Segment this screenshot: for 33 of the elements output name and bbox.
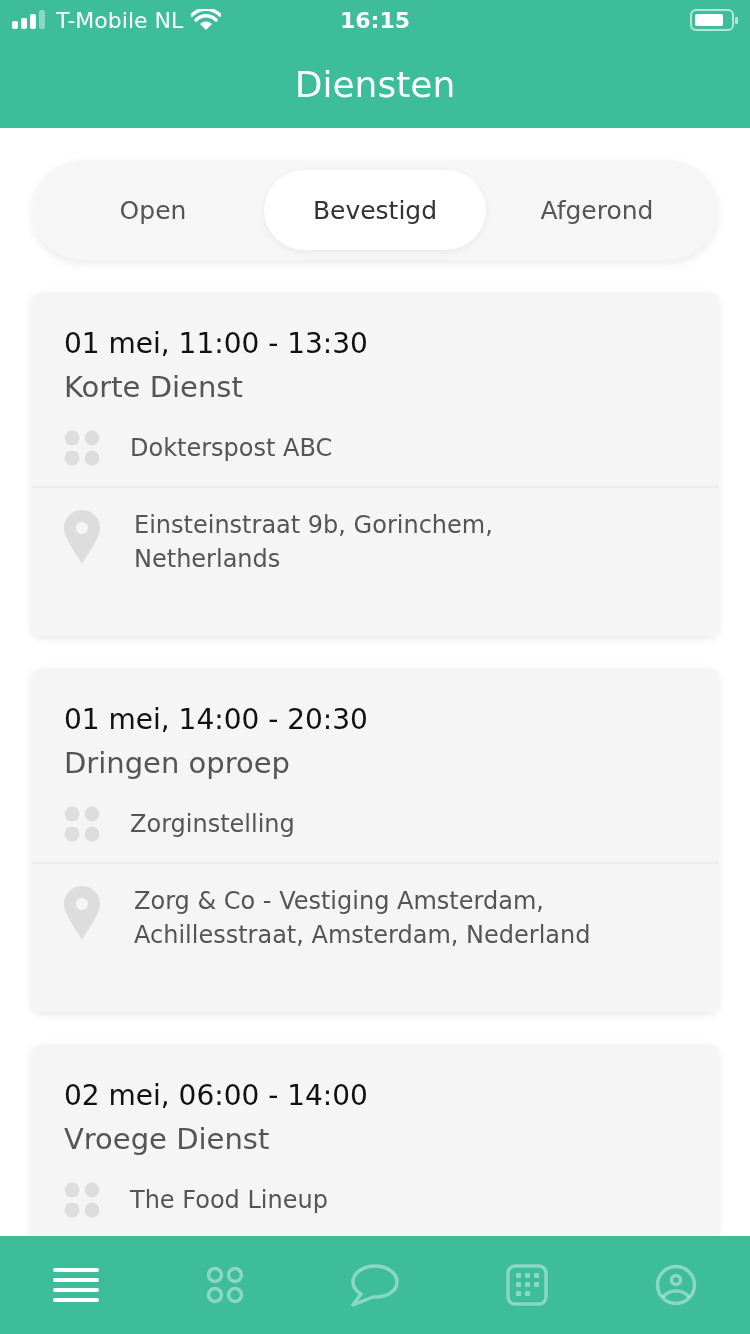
- shift-time: 01 mei, 14:00 - 20:30: [64, 703, 369, 736]
- organisation-name: Dokterspost ABC: [130, 433, 333, 464]
- organisation-name: The Food Lineup: [130, 1185, 328, 1216]
- carrier-name: T-Mobile NL: [56, 7, 184, 33]
- battery-icon: [690, 8, 738, 32]
- shift-title: Korte Dienst: [64, 370, 244, 404]
- signal-icon: [12, 10, 48, 30]
- chat-icon[interactable]: [351, 1263, 399, 1307]
- profile-icon[interactable]: [654, 1264, 697, 1306]
- page-title: Diensten: [294, 63, 456, 105]
- dots-icon: [64, 806, 100, 842]
- shift-time: 02 mei, 06:00 - 14:00: [64, 1079, 369, 1112]
- shift-title: Vroege Dienst: [64, 1122, 271, 1156]
- location-pin-icon: [64, 886, 100, 940]
- shift-time: 01 mei, 11:00 - 13:30: [64, 327, 369, 360]
- shift-card[interactable]: 01 mei, 11:00 - 13:30 Korte Dienst Dokterspost ABC Einsteinstraat 9b, Gorinchem, Netherlands: [32, 293, 718, 636]
- segment-tab[interactable]: Open: [42, 170, 264, 250]
- keypad-icon[interactable]: [505, 1264, 548, 1306]
- dots-icon: [64, 1182, 100, 1218]
- shift-title: Dringen oproep: [64, 746, 291, 780]
- segment-tab[interactable]: Bevestigd: [264, 170, 486, 250]
- organisation-name: Zorginstelling: [130, 809, 295, 840]
- address-text: Einsteinstraat 9b, Gorinchem, Netherlands: [134, 510, 494, 575]
- wifi-icon: [191, 9, 222, 31]
- location-pin-icon: [64, 510, 100, 564]
- clock-time: 16:15: [340, 7, 410, 33]
- address-text: Zorg & Co - Vestiging Amsterdam, Achillesstraat, Amsterdam, Nederland: [134, 886, 592, 951]
- grid-icon[interactable]: [206, 1266, 245, 1304]
- shift-card[interactable]: 02 mei, 06:00 - 14:00 Vroege Dienst The Food Lineup: [32, 1045, 718, 1236]
- dots-icon: [64, 430, 100, 466]
- menu-icon[interactable]: [53, 1267, 100, 1303]
- shift-card[interactable]: 01 mei, 14:00 - 20:30 Dringen oproep Zorginstelling Zorg & Co - Vestiging Amsterdam, Achillesstraat, Amsterdam, Nederland: [32, 669, 718, 1012]
- segment-tab[interactable]: Afgerond: [486, 170, 708, 250]
